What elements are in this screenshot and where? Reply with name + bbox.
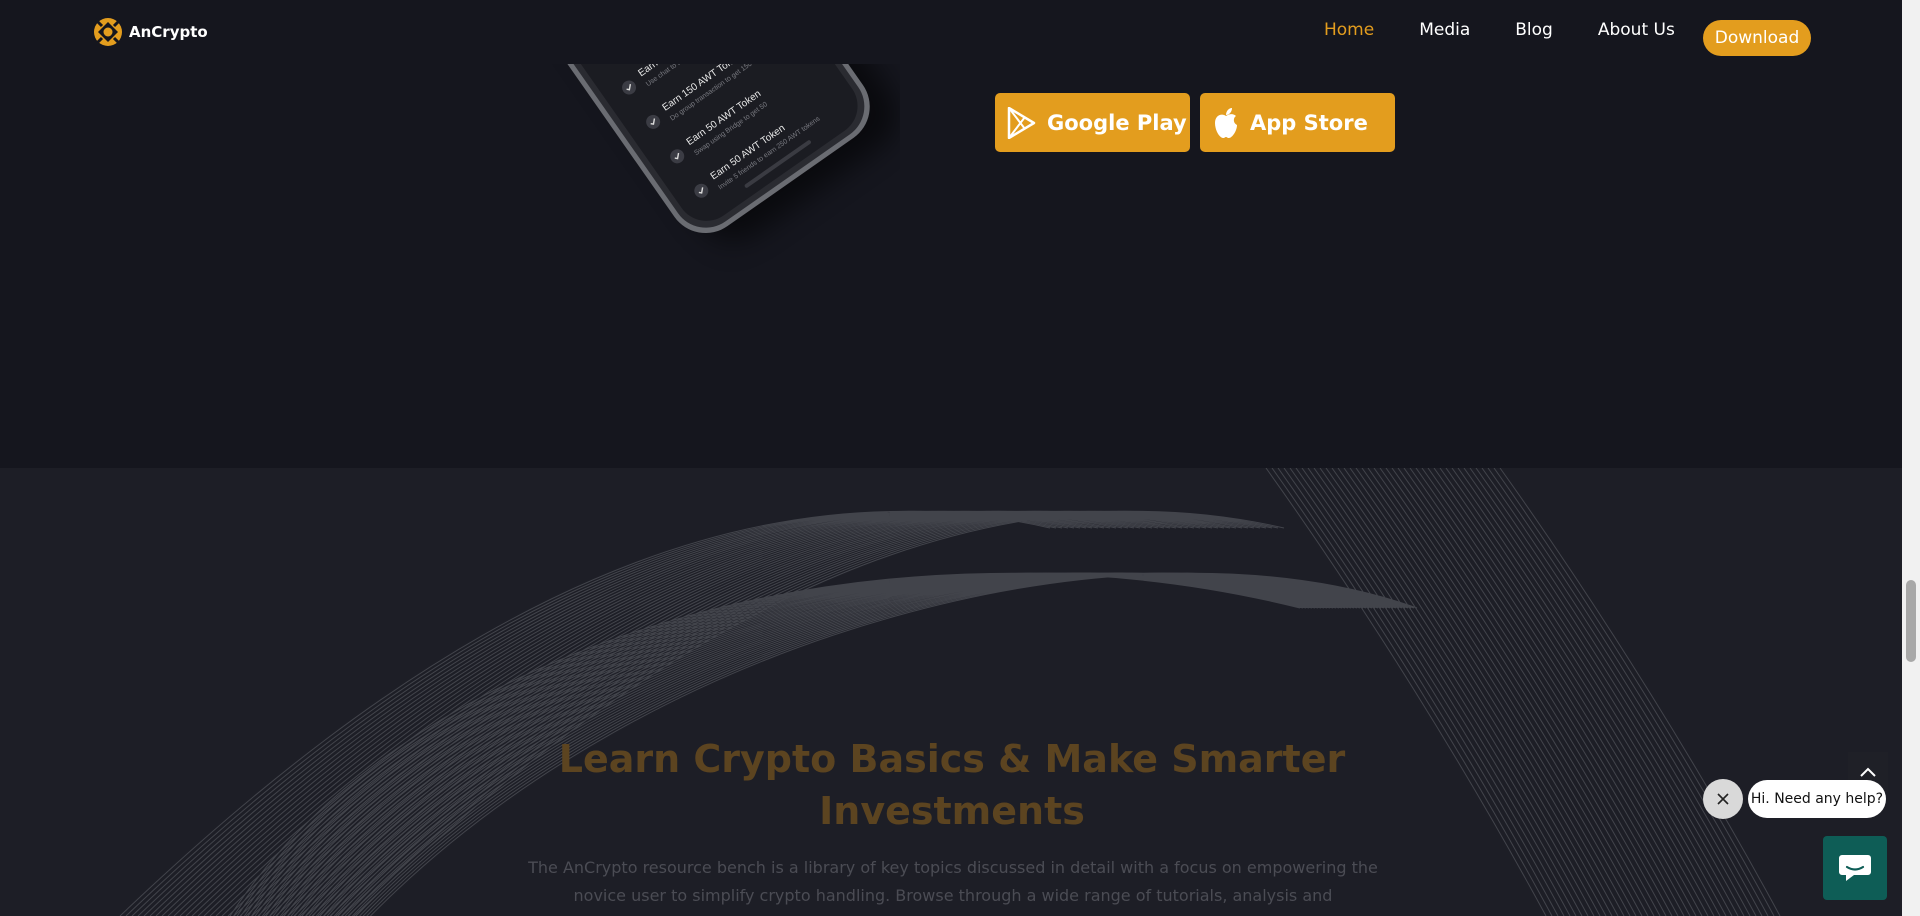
chat-icon [1839, 855, 1871, 881]
check-icon [646, 114, 661, 129]
apple-icon [1215, 107, 1237, 138]
hero-section: Earn 50 Use chat to ask Earn 150 AWT Token… [0, 0, 1902, 468]
logo[interactable]: AnCrypto [93, 17, 208, 47]
app-store-label: App Store [1250, 110, 1368, 135]
ancrypto-logo-icon [93, 17, 123, 47]
learn-section: Learn Crypto Basics & Make Smarter Inves… [0, 468, 1902, 916]
learn-title: Learn Crypto Basics & Make Smarter Inves… [558, 737, 1346, 833]
check-icon [694, 183, 709, 198]
nav-item-media[interactable]: Media [1419, 20, 1470, 40]
phone-task-item: Earn 50 AWT TokenInvite 5 friends to ear… [694, 115, 822, 198]
chevron-up-icon [1860, 767, 1876, 777]
google-play-icon [1007, 106, 1036, 139]
scrollbar-thumb[interactable] [1906, 580, 1916, 662]
page-scrollbar[interactable] [1902, 0, 1920, 916]
check-icon [670, 149, 685, 164]
brand-name: AnCrypto [129, 23, 208, 41]
chat-close-button[interactable] [1703, 779, 1743, 819]
google-play-label: Google Play [1047, 110, 1187, 135]
chat-prompt-bubble[interactable]: Hi. Need any help? [1748, 780, 1886, 818]
learn-description: The AnCrypto resource bench is a library… [528, 858, 1378, 905]
main-nav: Home Media Blog About Us [1324, 20, 1720, 40]
app-store-button[interactable]: App Store [1200, 93, 1395, 152]
nav-item-about-us[interactable]: About Us [1598, 20, 1675, 40]
download-button[interactable]: Download [1703, 20, 1811, 56]
close-icon [1717, 793, 1729, 805]
nav-item-blog[interactable]: Blog [1515, 20, 1553, 40]
decorative-lines-background [119, 468, 1781, 916]
check-icon [622, 80, 637, 95]
google-play-button[interactable]: Google Play [995, 93, 1190, 152]
chat-launcher-button[interactable] [1823, 836, 1887, 900]
site-header: AnCrypto Home Media Blog About Us Downlo… [0, 0, 1902, 64]
nav-item-home[interactable]: Home [1324, 20, 1374, 40]
